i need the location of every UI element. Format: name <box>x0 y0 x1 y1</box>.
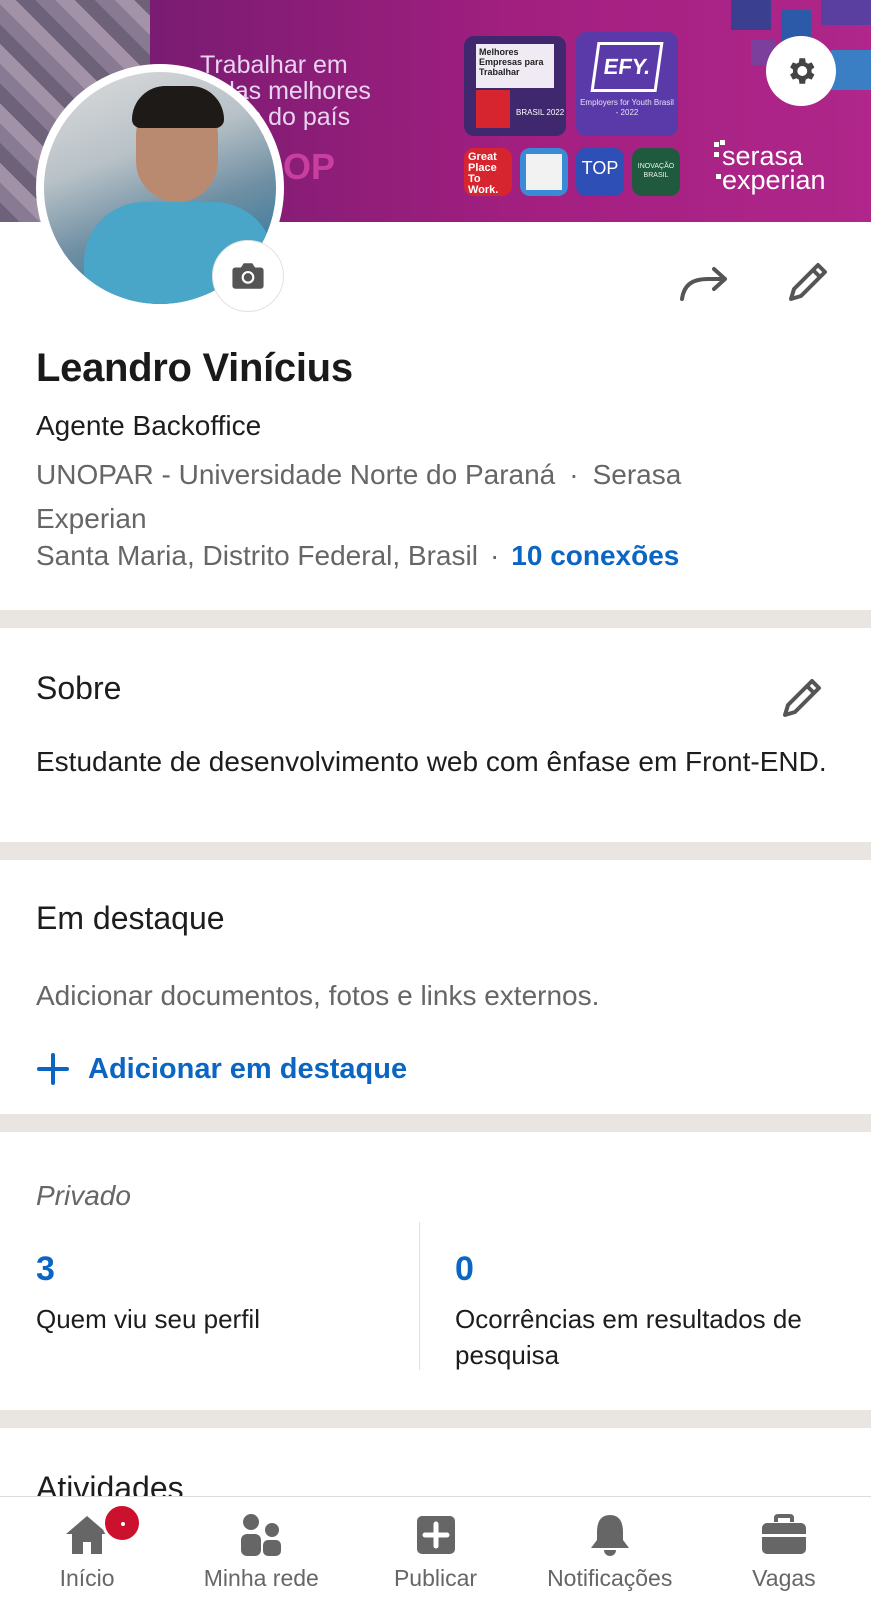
briefcase-icon <box>760 1511 808 1559</box>
banner-tagline-fragment: OP <box>283 146 336 187</box>
profile-views-count: 3 <box>36 1250 55 1288</box>
featured-description: Adicionar documentos, fotos e links exte… <box>36 980 600 1011</box>
profile-name: Leandro Vinícius <box>36 346 353 390</box>
add-featured-button[interactable]: Adicionar em destaque <box>36 1052 407 1086</box>
badge-melhores-text: Melhores Empresas para Trabalhar <box>476 44 554 88</box>
edit-intro-button[interactable] <box>780 254 836 310</box>
separator-dot: · <box>569 459 579 490</box>
nav-item-minha-rede[interactable]: Minha rede <box>174 1497 348 1600</box>
connections-link[interactable]: 10 conexões <box>511 540 679 571</box>
nav-label: Minha rede <box>203 1565 319 1591</box>
section-divider <box>0 1410 871 1428</box>
nav-item-notificacoes[interactable]: Notificações <box>523 1497 697 1600</box>
pencil-icon <box>783 679 821 717</box>
banner-tagline-line: Trabalhar em <box>200 51 348 79</box>
banner-settings-button[interactable] <box>766 36 836 106</box>
avatar-hair <box>132 86 224 128</box>
network-icon <box>237 1511 285 1559</box>
bottom-navigation: Início Minha rede Publicar Notificações … <box>0 1496 871 1600</box>
nav-label: Publicar <box>393 1565 478 1591</box>
nav-label: Início <box>59 1565 115 1591</box>
badge-certificate-paper <box>526 154 562 190</box>
profile-location-row: Santa Maria, Distrito Federal, Brasil · 10… <box>36 540 679 572</box>
badge-melhores-year: BRASIL 2022 <box>516 108 565 117</box>
serasa-experian-logo: serasa experian <box>714 143 826 195</box>
nav-item-publicar[interactable]: Publicar <box>348 1497 522 1600</box>
badge-efy-logo: EFY. <box>590 42 664 92</box>
badge-efy-caption: Employers for Youth Brasil - 2022 <box>580 98 674 117</box>
search-appearances-stat[interactable]: 0 Ocorrências em resultados de pesquisa <box>455 1250 835 1373</box>
separator-dot: · <box>489 540 500 571</box>
add-featured-label: Adicionar em destaque <box>88 1052 408 1085</box>
post-icon <box>412 1511 460 1559</box>
badge-certificate <box>520 148 568 196</box>
profile-views-stat[interactable]: 3 Quem viu seu perfil <box>36 1250 396 1337</box>
nav-label: Vagas <box>752 1565 816 1591</box>
serasa-dots-icon <box>714 140 725 179</box>
nav-label: Notificações <box>547 1565 673 1591</box>
search-appearances-count: 0 <box>455 1250 474 1288</box>
profile-location: Santa Maria, Distrito Federal, Brasil <box>36 540 478 571</box>
pencil-icon <box>789 263 827 301</box>
about-text: Estudante de desenvolvimento web com ênf… <box>36 746 827 777</box>
badge-top-companies: TOP <box>576 148 624 196</box>
nav-item-inicio[interactable]: Início <box>0 1497 174 1600</box>
profile-education[interactable]: UNOPAR - Universidade Norte do Paraná <box>36 459 555 490</box>
featured-title: Em destaque <box>36 900 225 936</box>
section-divider <box>0 1114 871 1132</box>
stat-separator <box>419 1222 420 1370</box>
private-title: Privado <box>36 1180 131 1211</box>
profile-education-company[interactable]: UNOPAR - Universidade Norte do Paraná · Se… <box>36 453 796 541</box>
section-divider <box>0 610 871 628</box>
badge-great-place-to-work: Great Place To Work. <box>464 148 512 196</box>
badge-efy: EFY. Employers for Youth Brasil - 2022 <box>576 32 678 136</box>
bell-icon <box>586 1511 634 1559</box>
plus-icon <box>37 1053 69 1085</box>
section-divider <box>0 842 871 860</box>
search-appearances-label: Ocorrências em resultados de pesquisa <box>455 1304 802 1370</box>
profile-headline: Agente Backoffice <box>36 410 262 441</box>
edit-about-button[interactable] <box>774 670 830 726</box>
logo-line: experian <box>722 165 826 195</box>
share-arrow-icon <box>680 267 727 301</box>
badge-melhores-empresas: Melhores Empresas para Trabalhar BRASIL … <box>464 36 566 136</box>
profile-views-label: Quem viu seu perfil <box>36 1304 260 1334</box>
gear-icon <box>790 58 815 84</box>
share-profile-button[interactable] <box>676 258 732 308</box>
change-photo-button[interactable] <box>212 240 284 312</box>
nav-item-vagas[interactable]: Vagas <box>697 1497 871 1600</box>
notification-dot-badge <box>102 1503 142 1543</box>
badge-gptw-mini <box>476 90 510 128</box>
about-title: Sobre <box>36 670 122 706</box>
badge-inovacao: INOVAÇÃO BRASIL <box>632 148 680 196</box>
camera-icon <box>232 263 264 289</box>
